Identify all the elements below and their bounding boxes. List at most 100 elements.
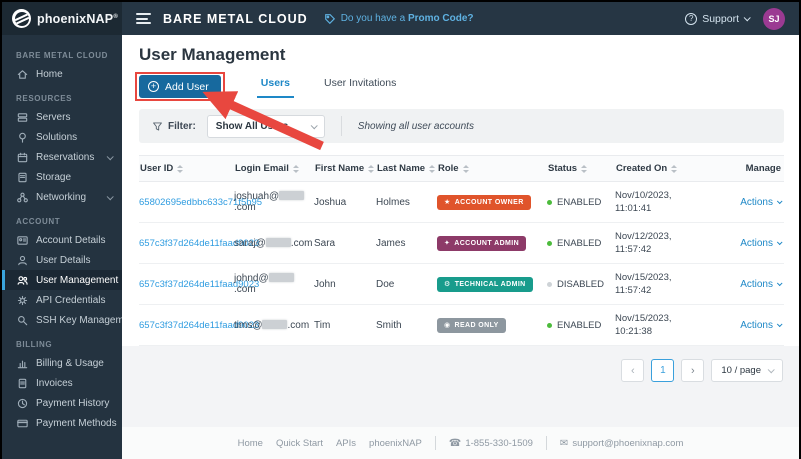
footer-link-phoenixnap[interactable]: phoenixNAP	[369, 438, 422, 449]
first-name: John	[314, 278, 336, 290]
sidebar-item-account-details[interactable]: Account Details	[2, 230, 122, 250]
calendar-icon	[17, 152, 28, 162]
column-header-status[interactable]: Status	[547, 163, 615, 174]
footer-link-quick-start[interactable]: Quick Start	[276, 438, 323, 449]
shield-icon: ✦	[444, 239, 451, 247]
users-table: User ID Login Email First Name Last Name…	[139, 155, 784, 346]
first-name: Joshua	[314, 196, 347, 208]
sidebar-item-networking[interactable]: Networking	[2, 187, 122, 207]
avatar[interactable]: SJ	[763, 7, 785, 30]
chevron-down-icon	[776, 198, 783, 205]
pagination-prev-button[interactable]: ‹	[621, 359, 645, 382]
last-name: James	[376, 237, 406, 249]
table-row: 657c3f37d264de11faad9023 saraj@ .com Sara…	[139, 223, 784, 264]
column-header-user-id[interactable]: User ID	[139, 163, 234, 174]
footer-email-link[interactable]: ✉ support@phoenixnap.com	[560, 438, 683, 449]
app-title: BARE METAL CLOUD	[163, 11, 308, 26]
status-dot	[547, 281, 552, 287]
support-menu[interactable]: ? Support	[685, 12, 751, 25]
sidebar-item-invoices[interactable]: Invoices	[2, 373, 122, 393]
pagination-next-button[interactable]: ›	[681, 359, 705, 382]
networking-icon	[17, 192, 28, 202]
role-badge: ✦ ACCOUNT ADMIN	[437, 235, 527, 251]
sidebar-item-ssh-key-management[interactable]: SSH Key Management	[2, 310, 122, 330]
sidebar-item-home[interactable]: Home	[2, 64, 122, 84]
actions-menu-button[interactable]: Actions	[740, 197, 783, 208]
login-email: tims@ .com	[234, 319, 310, 331]
promo-tag-icon	[324, 13, 335, 24]
sidebar-item-payment-history[interactable]: Payment History	[2, 393, 122, 413]
column-header-created-on[interactable]: Created On	[615, 163, 708, 174]
last-name: Doe	[376, 278, 395, 290]
page-size-dropdown[interactable]: 10 / page	[711, 359, 783, 382]
star-icon: ★	[444, 198, 451, 206]
gear-icon	[17, 295, 28, 305]
divider	[434, 436, 436, 450]
add-user-button[interactable]: + Add User	[139, 75, 221, 98]
brand-logo[interactable]: phoenixNAP®	[2, 2, 122, 35]
footer-link-apis[interactable]: APIs	[336, 438, 356, 449]
sort-icon	[292, 164, 299, 173]
hamburger-menu-icon[interactable]	[136, 13, 151, 24]
home-icon	[17, 69, 28, 79]
sidebar-item-solutions[interactable]: Solutions	[2, 127, 122, 147]
actions-menu-button[interactable]: Actions	[740, 238, 783, 249]
first-name: Sara	[314, 237, 336, 249]
chevron-down-icon	[776, 239, 783, 246]
servers-icon	[17, 112, 28, 122]
table-header-row: User ID Login Email First Name Last Name…	[139, 155, 784, 182]
sidebar-section-bare-metal-cloud: BARE METAL CLOUD	[16, 51, 108, 60]
sidebar-item-user-management[interactable]: User Management	[2, 270, 122, 290]
sidebar-item-billing-usage[interactable]: Billing & Usage	[2, 353, 122, 373]
id-card-icon	[17, 235, 28, 245]
promo-code-link[interactable]: Do you have a Promo Code?	[324, 13, 474, 25]
created-on: Nov/15/2023, 11:57:42	[615, 272, 672, 296]
sidebar-item-reservations[interactable]: Reservations	[2, 147, 122, 167]
filter-dropdown[interactable]: Show All Users	[206, 114, 325, 138]
actions-menu-button[interactable]: Actions	[740, 320, 783, 331]
sidebar-item-storage[interactable]: Storage	[2, 167, 122, 187]
tab-user-invitations[interactable]: User Invitations	[320, 73, 400, 98]
location-pin-icon	[19, 132, 26, 143]
bar-chart-icon	[17, 360, 28, 368]
plus-circle-icon: +	[148, 81, 159, 92]
filter-bar: Filter: Show All Users Showing all user …	[139, 109, 784, 143]
last-name: Smith	[376, 319, 402, 331]
chevron-down-icon	[106, 152, 114, 160]
created-on: Nov/10/2023, 11:01:41	[615, 190, 672, 214]
sort-icon	[368, 164, 375, 173]
actions-menu-button[interactable]: Actions	[740, 279, 783, 290]
phoenixnap-globe-icon	[12, 9, 31, 28]
column-header-role[interactable]: Role	[437, 163, 547, 174]
sidebar-item-user-details[interactable]: User Details	[2, 250, 122, 270]
filter-funnel-icon	[153, 121, 162, 131]
column-header-first-name[interactable]: First Name	[314, 163, 376, 174]
role-badge: ⚙ TECHNICAL ADMIN	[437, 276, 533, 292]
tab-users[interactable]: Users	[256, 73, 294, 98]
document-icon	[18, 378, 27, 388]
role-badge: ◉ READ ONLY	[437, 317, 506, 333]
sidebar-section-resources: RESOURCES	[16, 94, 73, 103]
phone-icon: ☎	[448, 437, 462, 449]
pagination: ‹ 1 › 10 / page	[122, 346, 799, 382]
column-header-last-name[interactable]: Last Name	[376, 163, 437, 174]
sidebar-item-servers[interactable]: Servers	[2, 107, 122, 127]
eye-icon: ◉	[444, 321, 451, 329]
status-badge: ENABLED	[547, 197, 615, 208]
column-header-login-email[interactable]: Login Email	[234, 163, 314, 174]
storage-icon	[18, 172, 27, 182]
sidebar-section-billing: BILLING	[16, 340, 53, 349]
login-email: joshuah@.com	[234, 191, 314, 213]
created-on: Nov/15/2023, 10:21:38	[615, 313, 672, 337]
sort-icon	[671, 164, 678, 173]
footer: Home Quick Start APIs phoenixNAP ☎ 1-855-…	[122, 427, 799, 459]
pagination-page-1[interactable]: 1	[651, 359, 675, 382]
footer-phone-link[interactable]: ☎ 1-855-330-1509	[449, 438, 533, 449]
chevron-down-icon	[310, 121, 318, 129]
sidebar-item-payment-methods[interactable]: Payment Methods	[2, 413, 122, 433]
footer-link-home[interactable]: Home	[238, 438, 263, 449]
chevron-down-icon	[767, 366, 775, 374]
status-dot	[547, 240, 552, 246]
sidebar-item-api-credentials[interactable]: API Credentials	[2, 290, 122, 310]
clock-icon	[17, 398, 28, 408]
